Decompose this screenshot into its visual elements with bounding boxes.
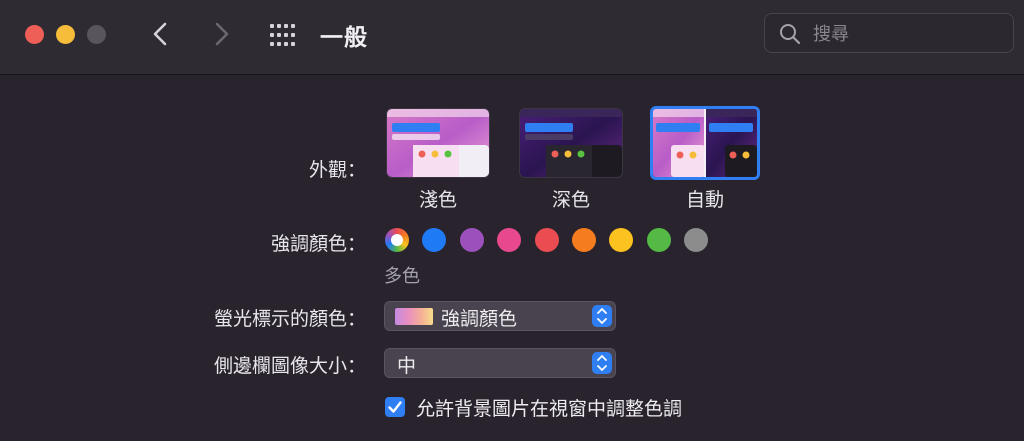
zoom-window-button[interactable] [87,25,106,44]
accent-orange-swatch[interactable] [572,228,596,252]
back-button[interactable] [146,18,176,50]
stepper-icon [592,305,612,327]
highlight-color-value: 強調顏色 [441,308,518,330]
accent-green-swatch[interactable] [647,228,671,252]
highlight-color-select[interactable]: 強調顏色 [384,301,616,331]
sidebar-icon-size-value: 中 [397,355,417,377]
forward-button[interactable] [206,18,236,50]
search-input[interactable] [811,20,1005,48]
selected-dot-icon [391,234,403,246]
accent-selected-name: 多色 [384,266,420,287]
minimize-window-button[interactable] [56,25,75,44]
chevron-right-icon [215,22,229,46]
appearance-auto-label[interactable]: 自動 [650,185,760,212]
accent-yellow-swatch[interactable] [609,228,633,252]
appearance-light-thumbnail[interactable] [386,108,490,178]
accent-multicolor-swatch[interactable] [385,228,409,252]
highlight-color-label: 螢光標示的顏色： [213,308,366,330]
appearance-auto-thumbnail[interactable] [650,106,760,180]
appearance-label: 外觀： [308,159,366,181]
accent-purple-swatch[interactable] [460,228,484,252]
accent-blue-swatch[interactable] [422,228,446,252]
chevron-left-icon [153,22,167,46]
auto-mode-preview-icon [653,109,757,177]
accent-red-swatch[interactable] [535,228,559,252]
accent-pink-swatch[interactable] [497,228,521,252]
appearance-dark-thumbnail[interactable] [519,108,623,178]
search-box[interactable] [764,13,1014,53]
wallpaper-tint-label[interactable]: 允許背景圖片在視窗中調整色調 [416,394,682,421]
accent-graphite-swatch[interactable] [684,228,708,252]
search-icon [780,24,801,45]
appearance-dark-label[interactable]: 深色 [516,185,626,212]
checkmark-icon [388,401,402,413]
pane-title: 一般 [320,25,368,51]
highlight-swatch [395,308,433,325]
accent-color-label: 強調顏色： [270,233,366,255]
sidebar-icon-size-select[interactable]: 中 [384,348,616,378]
light-mode-preview-icon [387,109,489,177]
appearance-light-label[interactable]: 淺色 [383,185,493,212]
close-window-button[interactable] [25,25,44,44]
wallpaper-tint-checkbox[interactable] [385,397,405,417]
sidebar-icon-size-label: 側邊欄圖像大小： [213,355,366,377]
dark-mode-preview-icon [520,109,622,177]
toolbar: 一般 [0,0,1024,75]
stepper-icon [592,352,612,374]
grid-icon [270,24,295,46]
show-all-button[interactable] [268,23,298,47]
